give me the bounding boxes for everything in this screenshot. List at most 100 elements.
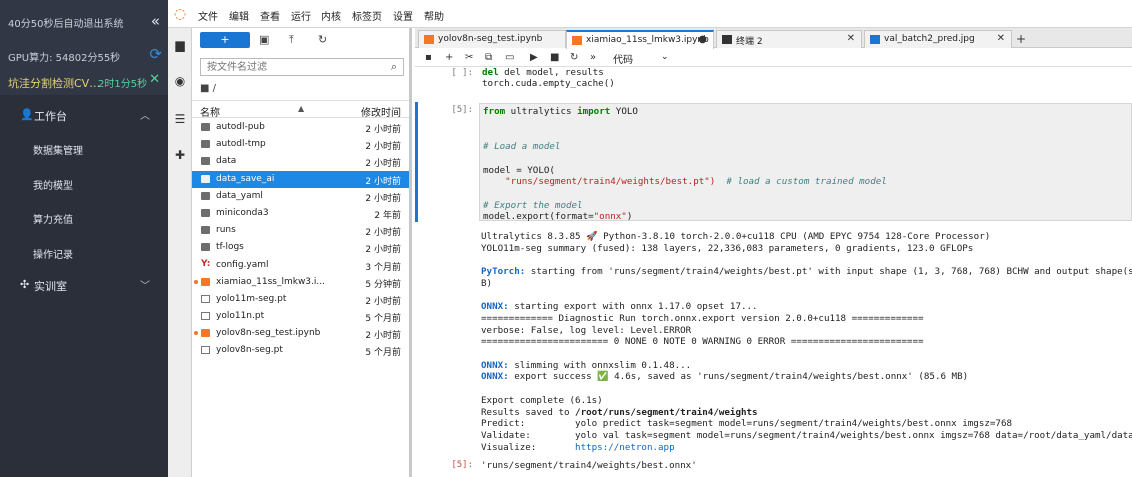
file-name: yolov8n-seg_test.ipynb xyxy=(216,328,321,339)
netron-link[interactable]: https://netron.app xyxy=(575,442,675,453)
fast-forward-icon[interactable]: » xyxy=(590,52,596,63)
code-token: del model, results xyxy=(504,68,604,78)
stop-icon[interactable]: ■ xyxy=(550,52,559,63)
tab-yolov8n-seg-test[interactable]: yolov8n-seg_test.ipynb xyxy=(418,30,566,48)
folder-icon[interactable]: ▆ xyxy=(173,38,187,52)
output-label: ONNX: xyxy=(481,359,509,371)
tab-image[interactable]: val_batch2_pred.jpg ✕ xyxy=(864,30,1012,48)
close-icon[interactable]: ✕ xyxy=(847,33,855,44)
output-label: ONNX: xyxy=(481,301,509,313)
file-name: data_save_ai xyxy=(216,173,275,184)
run-icon[interactable]: ▶ xyxy=(530,52,538,63)
notebook-icon xyxy=(201,329,210,338)
list-icon[interactable]: ☰ xyxy=(173,112,187,126)
breadcrumb[interactable]: ■ / xyxy=(200,83,216,94)
add-tab-icon[interactable]: + xyxy=(1016,32,1026,46)
file-row[interactable]: data_yaml 2 小时前 xyxy=(192,188,409,205)
output-line: Export complete (6.1s) xyxy=(481,394,603,406)
file-row[interactable]: yolo11m-seg.pt 2 小时前 xyxy=(192,291,409,308)
upload-icon[interactable]: ⤒ xyxy=(289,33,294,47)
file-list: autodl-pub 2 小时前 autodl-tmp 2 小时前 data 2 小时前 d… xyxy=(192,119,409,360)
output-line: export success ✅ 4.6s, saved as 'runs/se… xyxy=(508,371,969,383)
image-icon xyxy=(870,35,880,44)
stop-circle-icon[interactable]: ◉ xyxy=(173,74,187,88)
output-line: Visualize: xyxy=(481,441,576,453)
file-name: yolov8n-seg.pt xyxy=(216,345,283,356)
file-modified: 2 小时前 xyxy=(365,296,401,307)
file-row[interactable]: data_save_ai 2 小时前 xyxy=(192,170,409,188)
refresh-icon[interactable]: ⟳ xyxy=(149,45,162,63)
file-row[interactable]: runs 2 小时前 xyxy=(192,222,409,239)
section-workbench[interactable]: 👤 工作台 ︿ xyxy=(0,99,168,131)
collapse-icon[interactable]: « xyxy=(151,12,160,30)
menu-help[interactable]: 帮助 xyxy=(424,8,444,23)
menu-edit[interactable]: 编辑 xyxy=(229,8,249,23)
sort-up-icon[interactable]: ▲ xyxy=(298,104,304,113)
file-row[interactable]: data 2 小时前 xyxy=(192,153,409,170)
output-label: ONNX: xyxy=(481,371,509,383)
close-icon[interactable]: ✕ xyxy=(149,72,160,87)
breadcrumb-root[interactable]: / xyxy=(213,83,216,94)
save-icon[interactable]: ▪ xyxy=(425,52,432,63)
menu-settings[interactable]: 设置 xyxy=(393,8,413,23)
column-modified[interactable]: 修改时间 xyxy=(361,104,401,119)
folder-icon xyxy=(201,191,210,200)
menu-run[interactable]: 运行 xyxy=(291,8,311,23)
menu-view[interactable]: 查看 xyxy=(260,8,280,23)
cut-icon[interactable]: ✂ xyxy=(465,52,473,63)
code-token: YOLO xyxy=(610,106,638,117)
menu-file[interactable]: 文件 xyxy=(198,8,218,23)
file-name: yolo11m-seg.pt xyxy=(216,293,287,304)
file-modified: 2 年前 xyxy=(374,210,401,221)
file-list-header: 名称 ▲ 修改时间 xyxy=(192,100,409,119)
file-row[interactable]: yolov8n-seg_test.ipynb 2 小时前 xyxy=(192,325,409,342)
file-row[interactable]: yolo11n.pt 5 个月前 xyxy=(192,308,409,325)
extension-icon[interactable]: ✚ xyxy=(173,148,187,162)
file-row[interactable]: miniconda3 2 年前 xyxy=(192,205,409,222)
tab-label: yolov8n-seg_test.ipynb xyxy=(438,34,543,44)
column-name[interactable]: 名称 xyxy=(200,104,220,119)
code-cell-input[interactable]: from ultralytics import YOLO # Load a mo… xyxy=(479,103,1132,222)
unsaved-dot-icon[interactable]: ● xyxy=(698,34,707,45)
search-icon: ⌕ xyxy=(390,60,397,73)
new-launcher-button[interactable]: + xyxy=(200,32,250,48)
job-time: 2时1分5秒 xyxy=(98,79,148,90)
yaml-icon: Y: xyxy=(201,258,211,269)
chevron-down-icon[interactable]: ⌄ xyxy=(661,52,669,62)
restart-icon[interactable]: ↻ xyxy=(570,52,578,63)
insert-cell-icon[interactable]: + xyxy=(445,52,453,63)
paste-icon[interactable]: ▭ xyxy=(505,52,514,63)
output-line: Results saved to xyxy=(481,406,576,418)
output-line: ============= Diagnostic Run torch.onnx.… xyxy=(481,312,924,324)
running-job[interactable]: 坑洼分割检测CV… 2时1分5秒 ✕ xyxy=(0,69,168,95)
menu-tabs[interactable]: 标签页 xyxy=(352,8,382,23)
file-row[interactable]: autodl-pub 2 小时前 xyxy=(192,119,409,136)
sidebar-item-datasets[interactable]: 数据集管理 xyxy=(0,131,168,166)
file-row[interactable]: yolov8n-seg.pt 5 个月前 xyxy=(192,342,409,359)
code-comment: # Export the model xyxy=(483,199,583,211)
tab-terminal[interactable]: 终端 2 ✕ xyxy=(716,30,862,48)
sidebar-item-recharge[interactable]: 算力充值 xyxy=(0,200,168,235)
close-icon[interactable]: ✕ xyxy=(997,33,1005,44)
file-filter-input[interactable] xyxy=(201,59,381,75)
menu-kernel[interactable]: 内核 xyxy=(321,8,341,23)
refresh-icon[interactable]: ↻ xyxy=(318,33,327,46)
file-row[interactable]: tf-logs 2 小时前 xyxy=(192,239,409,256)
file-row[interactable]: autodl-tmp 2 小时前 xyxy=(192,136,409,153)
sidebar-item-records[interactable]: 操作记录 xyxy=(0,235,168,270)
home-icon[interactable]: ■ xyxy=(200,83,209,94)
copy-icon[interactable]: ⧉ xyxy=(485,52,492,63)
cell-result: 'runs/segment/train4/weights/best.onnx' xyxy=(481,460,697,471)
tab-xiamiao[interactable]: xiamiao_11ss_lmkw3.ipynb ● xyxy=(566,30,714,49)
cell-type-select[interactable]: 代码 xyxy=(613,51,633,66)
tab-bar: yolov8n-seg_test.ipynb xiamiao_11ss_lmkw… xyxy=(415,28,1132,49)
new-folder-icon[interactable]: ▣ xyxy=(259,33,269,46)
output-line: ======================= 0 NONE 0 NOTE 0 … xyxy=(481,336,924,348)
file-row[interactable]: xiamiao_11ss_lmkw3.i... 5 分钟前 xyxy=(192,274,409,291)
folder-icon xyxy=(201,243,210,252)
file-row[interactable]: Y: config.yaml 3 个月前 xyxy=(192,257,409,274)
sidebar-item-models[interactable]: 我的模型 xyxy=(0,166,168,201)
section-lab[interactable]: ✣ 实训室 ﹀ xyxy=(0,269,168,301)
code-token: import xyxy=(577,106,611,117)
autoexit-bar: 40分50秒后自动退出系统 « xyxy=(0,0,168,47)
